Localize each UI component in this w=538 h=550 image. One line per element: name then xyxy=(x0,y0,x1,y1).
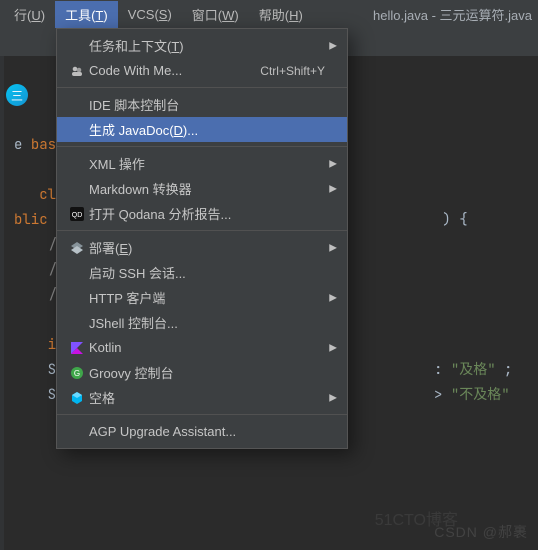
menu-ide-script[interactable]: IDE 脚本控制台 xyxy=(57,92,347,117)
menu-jshell[interactable]: JShell 控制台... xyxy=(57,310,347,335)
svg-text:QD: QD xyxy=(72,212,83,219)
separator xyxy=(57,87,347,88)
menu-http-client[interactable]: HTTP 客户端 ▶ xyxy=(57,285,347,310)
svg-text:G: G xyxy=(74,369,80,378)
menu-code-with-me[interactable]: Code With Me... Ctrl+Shift+Y xyxy=(57,58,347,83)
watermark: CSDN @郝裹 xyxy=(434,522,528,542)
gutter xyxy=(0,56,4,550)
menu-tools[interactable]: 工具(T) xyxy=(55,1,118,28)
chevron-right-icon: ▶ xyxy=(329,183,337,194)
menu-tasks[interactable]: 任务和上下文(T) ▶ xyxy=(57,33,347,58)
shortcut-label: Ctrl+Shift+Y xyxy=(260,64,325,78)
chevron-right-icon: ▶ xyxy=(329,40,337,51)
chevron-right-icon: ▶ xyxy=(329,342,337,353)
cwm-icon xyxy=(65,64,89,78)
qodana-icon: QD xyxy=(65,207,89,221)
separator xyxy=(57,146,347,147)
menu-markdown[interactable]: Markdown 转换器 ▶ xyxy=(57,176,347,201)
menu-space[interactable]: 空格 ▶ xyxy=(57,385,347,410)
menu-generate-javadoc[interactable]: 生成 JavaDoc(D)... xyxy=(57,117,347,142)
menubar: 行(U) 工具(T) VCS(S) 窗口(W) 帮助(H) hello.java… xyxy=(0,0,538,28)
menu-kotlin[interactable]: Kotlin ▶ xyxy=(57,335,347,360)
menu-qodana[interactable]: QD 打开 Qodana 分析报告... xyxy=(57,201,347,226)
deploy-icon xyxy=(65,241,89,255)
menu-window[interactable]: 窗口(W) xyxy=(182,1,249,28)
space-icon xyxy=(65,391,89,405)
menu-groovy[interactable]: G Groovy 控制台 xyxy=(57,360,347,385)
chevron-right-icon: ▶ xyxy=(329,292,337,303)
menu-run[interactable]: 行(U) xyxy=(4,1,55,28)
separator xyxy=(57,230,347,231)
chevron-right-icon: ▶ xyxy=(329,158,337,169)
menu-xml[interactable]: XML 操作 ▶ xyxy=(57,151,347,176)
chevron-right-icon: ▶ xyxy=(329,392,337,403)
menu-agp[interactable]: AGP Upgrade Assistant... xyxy=(57,419,347,444)
separator xyxy=(57,414,347,415)
window-title: hello.java - 三元运算符.java xyxy=(373,5,538,24)
tools-dropdown: 任务和上下文(T) ▶ Code With Me... Ctrl+Shift+Y… xyxy=(56,28,348,449)
kotlin-icon xyxy=(65,341,89,355)
menu-deploy[interactable]: 部署(E) ▶ xyxy=(57,235,347,260)
groovy-icon: G xyxy=(65,366,89,380)
menu-help[interactable]: 帮助(H) xyxy=(249,1,313,28)
menu-vcs[interactable]: VCS(S) xyxy=(118,3,182,26)
menu-ssh[interactable]: 启动 SSH 会话... xyxy=(57,260,347,285)
chevron-right-icon: ▶ xyxy=(329,242,337,253)
